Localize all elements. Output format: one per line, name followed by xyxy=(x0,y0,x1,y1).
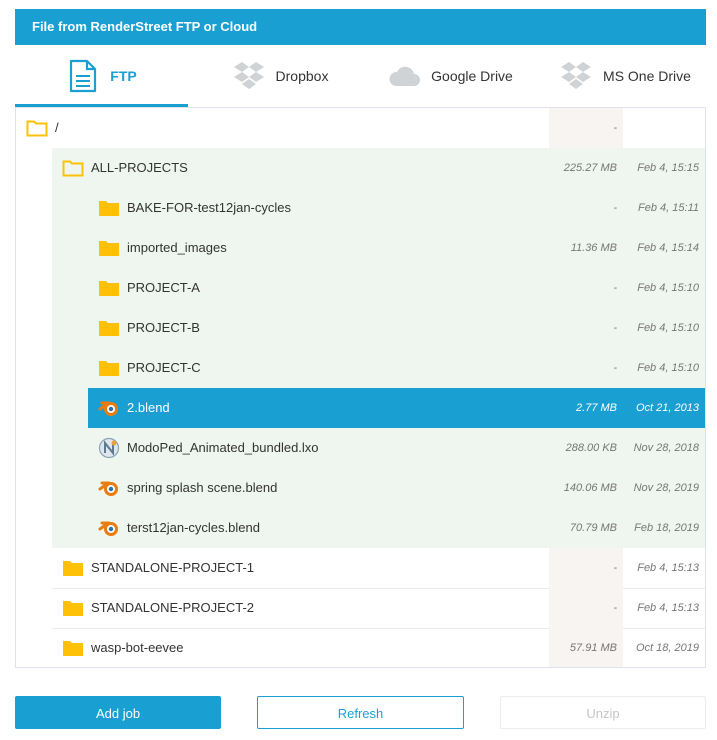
dialog-title: File from RenderStreet FTP or Cloud xyxy=(15,9,706,45)
row-name: ModoPed_Animated_bundled.lxo xyxy=(127,440,319,455)
table-row[interactable]: ALL-PROJECTS 225.27 MB Feb 4, 15:15 xyxy=(52,148,705,188)
row-size: - xyxy=(613,362,617,374)
tab-label: FTP xyxy=(110,68,137,84)
folder-icon xyxy=(98,358,120,378)
tab-label: MS One Drive xyxy=(603,68,691,84)
row-size: 70.79 MB xyxy=(569,522,617,534)
refresh-button[interactable]: Refresh xyxy=(257,696,464,729)
table-row[interactable]: imported_images 11.36 MB Feb 4, 15:14 xyxy=(88,228,705,268)
blender-file-icon xyxy=(98,518,120,538)
row-name: terst12jan-cycles.blend xyxy=(127,520,260,535)
source-tabs: FTP Dropbox Google Drive MS One Drive xyxy=(15,45,706,107)
row-name: imported_images xyxy=(127,240,227,255)
tab-ms-one-drive[interactable]: MS One Drive xyxy=(550,45,700,107)
row-date: Feb 4, 15:10 xyxy=(637,322,699,334)
row-size: - xyxy=(613,322,617,334)
row-size: - xyxy=(613,122,617,134)
row-name: 2.blend xyxy=(127,400,170,415)
file-tree: / - ALL-PROJECTS 225.27 MB Feb 4, 15:15 BAK… xyxy=(15,107,706,668)
row-size: 225.27 MB xyxy=(563,162,617,174)
row-date: Feb 4, 15:13 xyxy=(637,562,699,574)
tab-label: Dropbox xyxy=(275,68,329,84)
row-date: Feb 4, 15:15 xyxy=(637,162,699,174)
row-date: Nov 28, 2019 xyxy=(633,482,699,494)
tab-google-drive[interactable]: Google Drive xyxy=(380,45,520,107)
row-size: 288.00 KB xyxy=(565,442,617,454)
row-name: PROJECT-B xyxy=(127,320,200,335)
tab-ftp[interactable]: FTP xyxy=(15,45,188,107)
table-row-selected[interactable]: 2.blend 2.77 MB Oct 21, 2013 xyxy=(88,388,705,428)
row-name: wasp-bot-eevee xyxy=(91,640,184,655)
row-name: PROJECT-C xyxy=(127,360,201,375)
row-size: 57.91 MB xyxy=(569,642,617,654)
folder-icon xyxy=(62,638,84,658)
row-size: 140.06 MB xyxy=(563,482,617,494)
folder-icon xyxy=(98,278,120,298)
blender-file-icon xyxy=(98,478,120,498)
row-name: PROJECT-A xyxy=(127,280,200,295)
row-name: spring splash scene.blend xyxy=(127,480,278,495)
folder-open-icon xyxy=(62,158,84,178)
folder-icon xyxy=(98,238,120,258)
table-row[interactable]: wasp-bot-eevee 57.91 MB Oct 18, 2019 xyxy=(52,628,705,667)
unzip-button[interactable]: Unzip xyxy=(500,696,706,729)
dropbox-icon xyxy=(232,59,266,93)
table-row[interactable]: spring splash scene.blend 140.06 MB Nov 28… xyxy=(88,468,705,508)
tab-dropbox[interactable]: Dropbox xyxy=(215,45,345,107)
row-name: STANDALONE-PROJECT-2 xyxy=(91,600,255,615)
row-date: Feb 4, 15:11 xyxy=(638,202,699,214)
table-row[interactable]: PROJECT-B - Feb 4, 15:10 xyxy=(88,308,705,348)
tab-label: Google Drive xyxy=(431,68,513,84)
row-date: Oct 18, 2019 xyxy=(636,642,699,654)
folder-icon xyxy=(62,558,84,578)
row-date: Feb 18, 2019 xyxy=(634,522,699,534)
size-column-shade xyxy=(549,548,623,588)
folder-icon xyxy=(98,198,120,218)
tree-row-root[interactable]: / - xyxy=(16,108,705,148)
cloud-icon xyxy=(387,59,421,93)
row-name: ALL-PROJECTS xyxy=(91,160,188,175)
row-name: STANDALONE-PROJECT-1 xyxy=(91,560,255,575)
row-date: Feb 4, 15:14 xyxy=(637,242,699,254)
folder-icon xyxy=(62,598,84,618)
row-date: Feb 4, 15:10 xyxy=(637,362,699,374)
document-icon xyxy=(66,59,100,93)
row-size: - xyxy=(613,202,617,214)
dropbox-icon xyxy=(559,59,593,93)
row-date: Feb 4, 15:13 xyxy=(637,602,699,614)
add-job-button[interactable]: Add job xyxy=(15,696,221,729)
row-name: / xyxy=(55,120,59,135)
folder-icon xyxy=(98,318,120,338)
size-column-shade xyxy=(549,108,623,148)
table-row[interactable]: STANDALONE-PROJECT-2 - Feb 4, 15:13 xyxy=(52,588,705,628)
size-column-shade xyxy=(549,588,623,628)
table-row[interactable]: STANDALONE-PROJECT-1 - Feb 4, 15:13 xyxy=(52,548,705,588)
row-name: BAKE-FOR-test12jan-cycles xyxy=(127,200,291,215)
row-date: Feb 4, 15:10 xyxy=(637,282,699,294)
table-row[interactable]: ModoPed_Animated_bundled.lxo 288.00 KB Nov… xyxy=(88,428,705,468)
table-row[interactable]: PROJECT-C - Feb 4, 15:10 xyxy=(88,348,705,388)
row-size: - xyxy=(613,602,617,614)
blender-file-icon xyxy=(98,398,120,418)
row-size: 2.77 MB xyxy=(576,402,617,414)
row-date: Nov 28, 2018 xyxy=(633,442,699,454)
table-row[interactable]: BAKE-FOR-test12jan-cycles - Feb 4, 15:11 xyxy=(88,188,705,228)
table-row[interactable]: terst12jan-cycles.blend 70.79 MB Feb 18, 2… xyxy=(88,508,705,548)
table-row[interactable]: PROJECT-A - Feb 4, 15:10 xyxy=(88,268,705,308)
row-size: - xyxy=(613,282,617,294)
modo-file-icon xyxy=(98,437,120,459)
folder-open-icon xyxy=(26,118,48,138)
row-size: 11.36 MB xyxy=(570,242,617,254)
row-size: - xyxy=(613,562,617,574)
row-date: Oct 21, 2013 xyxy=(636,402,699,414)
